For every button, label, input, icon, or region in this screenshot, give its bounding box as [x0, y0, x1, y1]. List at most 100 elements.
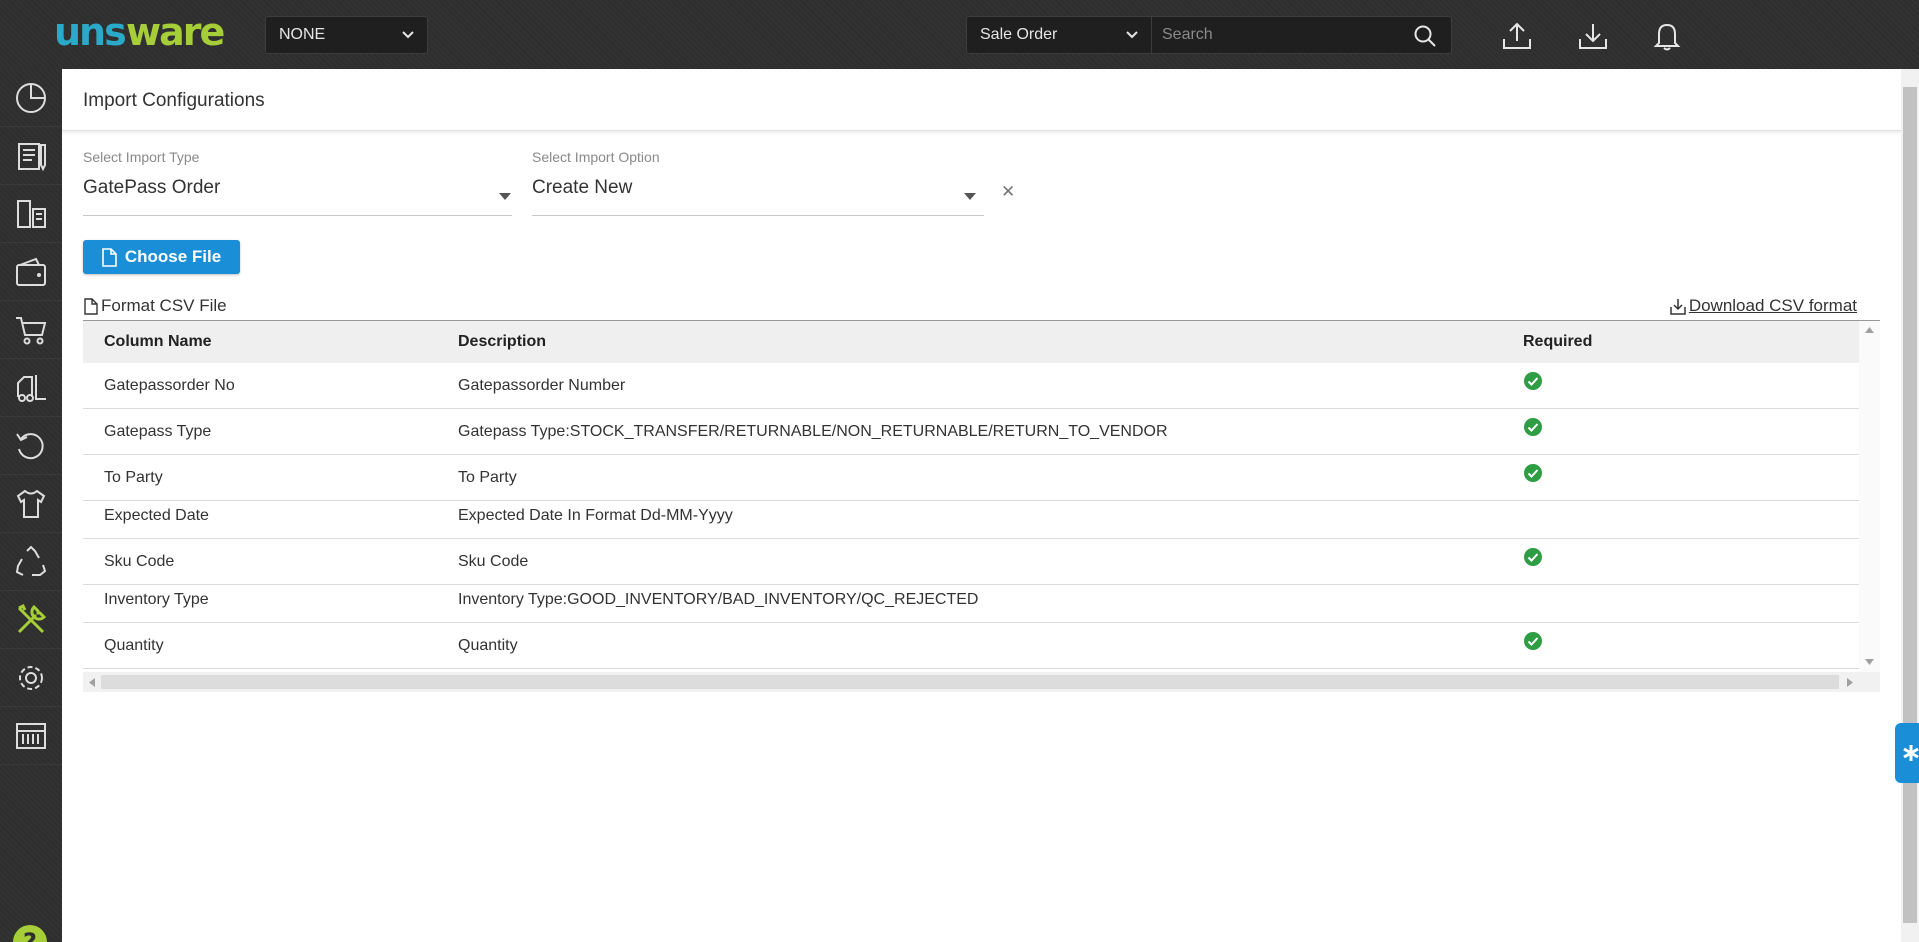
caret-down-icon	[499, 193, 511, 200]
cell-column-name: Gatepass Type	[104, 423, 212, 440]
scrollbar-thumb[interactable]	[101, 675, 1839, 689]
sidebar-item-dashboard[interactable]	[0, 69, 62, 127]
sidebar-item-apparel[interactable]	[0, 475, 62, 533]
cell-description: To Party	[458, 469, 517, 486]
svg-text:ware: ware	[126, 14, 223, 54]
download-csv-link[interactable]: Download CSV format	[1670, 296, 1857, 316]
scroll-up-arrow-icon[interactable]	[1865, 327, 1874, 333]
facility-select[interactable]: NONE	[265, 16, 428, 54]
cell-column-name: To Party	[104, 469, 163, 486]
cell-description: Gatepassorder Number	[458, 377, 626, 394]
facility-select-value: NONE	[279, 26, 326, 43]
page-header: Import Configurations	[62, 69, 1901, 131]
import-type-select[interactable]: Select Import Type GatePass Order	[83, 149, 512, 219]
format-csv-text: Format CSV File	[101, 296, 227, 315]
import-type-label: Select Import Type	[83, 149, 200, 165]
clear-icon[interactable]: ✕	[1001, 182, 1015, 202]
table-header: Column Name Description Required	[83, 321, 1859, 363]
cell-column-name: Quantity	[104, 637, 164, 654]
table-row: Inventory Type Inventory Type:GOOD_INVEN…	[83, 585, 1859, 623]
scroll-right-arrow-icon[interactable]	[1847, 678, 1853, 687]
sidebar-item-tools[interactable]	[0, 591, 62, 649]
columns-table: Column Name Description Required Gatepas…	[83, 320, 1880, 692]
chevron-down-icon	[1126, 31, 1138, 39]
apparel-icon	[16, 489, 46, 518]
sidebar-item-reports[interactable]	[0, 707, 62, 765]
choose-file-button[interactable]: Choose File	[83, 240, 240, 274]
scrollbar-thumb[interactable]	[1903, 87, 1917, 923]
sidebar-item-documents[interactable]	[0, 185, 62, 243]
header-column-name: Column Name	[104, 333, 212, 350]
download-icon	[1670, 298, 1686, 315]
import-option-label: Select Import Option	[532, 149, 660, 165]
file-icon	[84, 297, 98, 315]
sidebar: ?	[0, 69, 62, 942]
asterisk-icon	[1903, 745, 1919, 761]
table-row: Sku Code Sku Code	[83, 539, 1859, 585]
format-csv-label: Format CSV File	[84, 296, 227, 316]
table-row: Gatepass Type Gatepass Type:STOCK_TRANSF…	[83, 409, 1859, 455]
import-type-underline	[83, 215, 512, 216]
cell-column-name: Sku Code	[104, 553, 175, 570]
search-input[interactable]	[1152, 17, 1402, 53]
scroll-left-arrow-icon[interactable]	[89, 678, 95, 687]
feedback-tab[interactable]	[1895, 723, 1919, 783]
upload-icon[interactable]	[1501, 20, 1533, 52]
wallet-icon	[16, 257, 46, 286]
top-bar: uns ware NONE Sale Order	[0, 0, 1919, 69]
search-box	[1152, 16, 1452, 54]
table-row: Gatepassorder No Gatepassorder Number	[83, 363, 1859, 409]
file-icon	[102, 247, 117, 267]
sidebar-item-cart[interactable]	[0, 301, 62, 359]
cell-description: Quantity	[458, 637, 518, 654]
cell-description: Gatepass Type:STOCK_TRANSFER/RETURNABLE/…	[458, 423, 1168, 440]
sidebar-item-forklift[interactable]	[0, 359, 62, 417]
sidebar-item-settings[interactable]	[0, 649, 62, 707]
cell-column-name: Inventory Type	[104, 591, 209, 608]
cell-column-name: Gatepassorder No	[104, 377, 235, 394]
page-title: Import Configurations	[83, 90, 265, 111]
import-option-value: Create New	[532, 177, 633, 198]
bell-icon[interactable]	[1651, 20, 1683, 52]
table-row: Quantity Quantity	[83, 623, 1859, 669]
returns-icon	[16, 432, 44, 459]
check-icon	[1524, 418, 1542, 436]
recycle-icon	[15, 545, 47, 576]
documents-icon	[17, 199, 46, 228]
svg-text:?: ?	[23, 928, 37, 942]
settings-icon	[19, 665, 43, 690]
sidebar-item-recycle[interactable]	[0, 533, 62, 591]
search-type-select[interactable]: Sale Order	[966, 16, 1152, 54]
help-icon[interactable]: ?	[12, 924, 48, 942]
download-icon[interactable]	[1577, 20, 1609, 52]
choose-file-label: Choose File	[124, 247, 222, 266]
cell-description: Sku Code	[458, 553, 529, 570]
cart-icon	[16, 316, 47, 344]
caret-down-icon	[964, 193, 976, 200]
check-icon	[1524, 464, 1542, 482]
scroll-down-arrow-icon[interactable]	[1865, 659, 1874, 665]
table-horizontal-scrollbar[interactable]	[83, 672, 1880, 692]
sidebar-item-wallet[interactable]	[0, 243, 62, 301]
chevron-down-icon	[402, 31, 414, 39]
cell-column-name: Expected Date	[104, 507, 209, 524]
search-type-value: Sale Order	[980, 26, 1058, 43]
import-type-value: GatePass Order	[83, 177, 221, 198]
page-vertical-scrollbar[interactable]	[1901, 69, 1919, 942]
check-icon	[1524, 548, 1542, 566]
table-vertical-scrollbar[interactable]	[1859, 321, 1880, 672]
svg-text:uns: uns	[54, 14, 125, 54]
download-csv-text: Download CSV format	[1688, 296, 1857, 315]
table-row: Expected Date Expected Date In Format Dd…	[83, 501, 1859, 539]
header-description: Description	[458, 333, 547, 350]
search-icon[interactable]	[1413, 24, 1437, 48]
table-row: To Party To Party	[83, 455, 1859, 501]
check-icon	[1524, 632, 1542, 650]
sidebar-item-orders[interactable]	[0, 127, 62, 185]
main-content: Import Configurations Select Import Type…	[62, 69, 1901, 942]
tools-icon	[17, 603, 47, 633]
check-icon	[1524, 372, 1542, 390]
sidebar-item-returns[interactable]	[0, 417, 62, 475]
unware-logo[interactable]: uns ware	[54, 14, 232, 54]
import-option-select[interactable]: Select Import Option Create New ✕	[532, 149, 1015, 219]
